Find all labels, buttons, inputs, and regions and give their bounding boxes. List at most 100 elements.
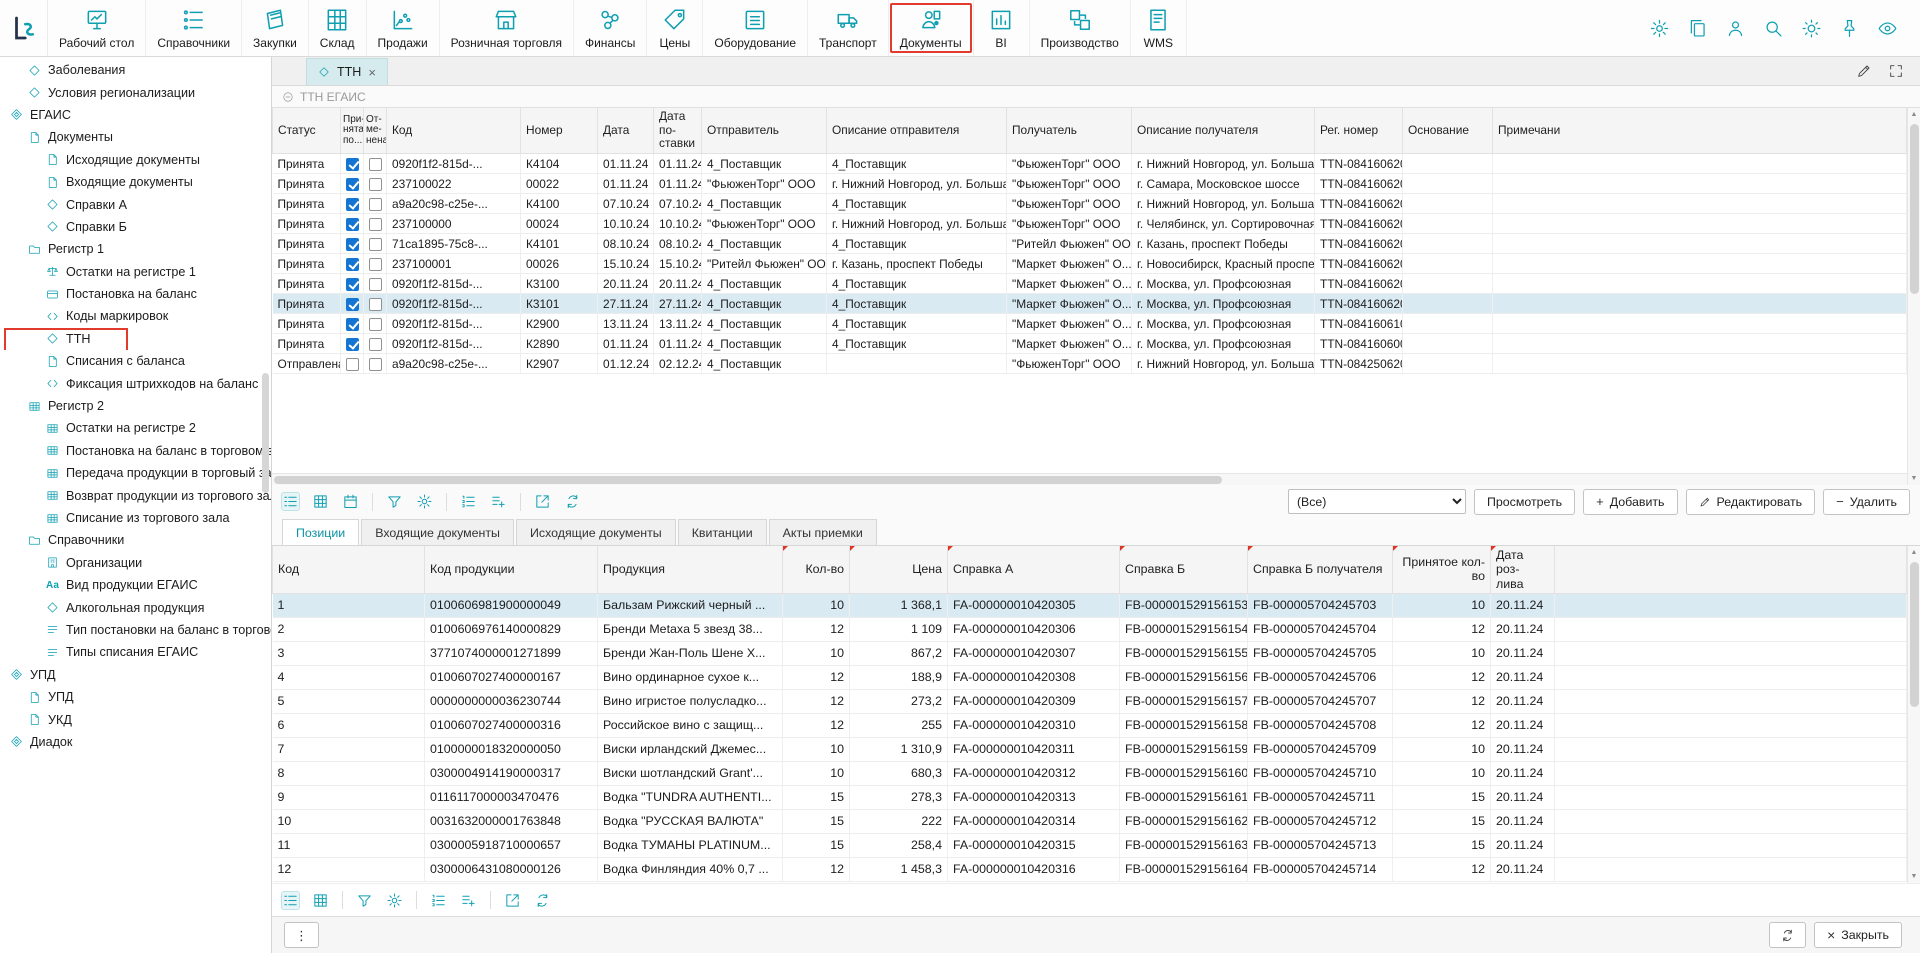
detail-tab-3[interactable]: Квитанции — [678, 519, 767, 545]
user-icon[interactable] — [1725, 18, 1746, 39]
numbered-list-icon[interactable] — [430, 892, 447, 909]
sidebar-item-12[interactable]: ТТН — [0, 328, 271, 350]
positions-column-header[interactable]: Цена — [850, 546, 948, 593]
close-button[interactable]: ×Закрыть — [1814, 922, 1902, 948]
positions-column-header[interactable]: Принятое кол-во — [1393, 546, 1491, 593]
refresh-button[interactable] — [1769, 922, 1806, 948]
collapse-icon[interactable] — [282, 91, 294, 103]
ttn-column-header[interactable]: При- нята по... — [341, 108, 364, 154]
sidebar-item-29[interactable]: УКД — [0, 708, 271, 730]
sidebar-item-1[interactable]: Условия регионализации — [0, 81, 271, 103]
sidebar-item-18[interactable]: Передача продукции в торговый зал — [0, 462, 271, 484]
topbar-item-reference[interactable]: Справочники — [146, 0, 242, 56]
sidebar-item-19[interactable]: Возврат продукции из торгового зала на — [0, 484, 271, 506]
scroll-down-icon[interactable]: ▼ — [1908, 472, 1920, 485]
topbar-item-finance[interactable]: Финансы — [574, 0, 647, 56]
more-button[interactable]: ⋮ — [284, 922, 319, 948]
scroll-up-icon[interactable]: ▲ — [1908, 108, 1920, 121]
topbar-item-desktop[interactable]: Рабочий стол — [48, 0, 146, 56]
settings-icon[interactable] — [1649, 18, 1670, 39]
ttn-row[interactable]: Принята2371000000002410.10.2410.10.24"Фь… — [273, 214, 1907, 234]
cancelled-checkbox[interactable] — [369, 198, 382, 211]
append-icon[interactable] — [490, 493, 507, 510]
sidebar-item-4[interactable]: Исходящие документы — [0, 149, 271, 171]
numbered-list-icon[interactable] — [460, 493, 477, 510]
ttn-row[interactable]: Принята0920f1f2-815d-...К310020.11.2420.… — [273, 274, 1907, 294]
ttn-column-header[interactable]: Описание получателя — [1132, 108, 1315, 154]
gear-icon[interactable] — [386, 892, 403, 909]
sidebar-item-9[interactable]: Остатки на регистре 1 — [0, 261, 271, 283]
ttn-column-header[interactable]: Номер — [521, 108, 598, 154]
positions-row[interactable]: 40100607027400000167Вино ординарное сухо… — [273, 665, 1907, 689]
topbar-item-documents[interactable]: Документы — [889, 0, 974, 56]
cancelled-checkbox[interactable] — [369, 238, 382, 251]
ttn-column-header[interactable]: Дата — [598, 108, 654, 154]
positions-row[interactable]: 60100607027400000316Российское вино с за… — [273, 713, 1907, 737]
sidebar-item-2[interactable]: ЕГАИС — [0, 104, 271, 126]
cancelled-checkbox[interactable] — [369, 358, 382, 371]
topbar-item-sales[interactable]: Продажи — [367, 0, 440, 56]
accepted-checkbox[interactable] — [346, 358, 359, 371]
sidebar-item-17[interactable]: Постановка на баланс в торговом зале — [0, 440, 271, 462]
positions-row[interactable]: 100031632000001763848Водка "РУССКАЯ ВАЛЮ… — [273, 809, 1907, 833]
ttn-column-header[interactable]: Примечани — [1493, 108, 1907, 154]
scrollbar-thumb[interactable] — [274, 476, 1222, 484]
sidebar-item-21[interactable]: Справочники — [0, 529, 271, 551]
sidebar-item-3[interactable]: Документы — [0, 126, 271, 148]
ttn-column-header[interactable]: Получатель — [1007, 108, 1132, 154]
cancelled-checkbox[interactable] — [369, 158, 382, 171]
tab-close-icon[interactable]: × — [368, 66, 376, 79]
ttn-vertical-scrollbar[interactable]: ▲ ▼ — [1907, 108, 1920, 485]
view-button[interactable]: Просмотреть — [1474, 489, 1575, 515]
ttn-column-header[interactable]: Статус — [273, 108, 341, 154]
accepted-checkbox[interactable] — [346, 318, 359, 331]
positions-row[interactable]: 110300005918710000657Водка ТУМАНЫ PLATIN… — [273, 833, 1907, 857]
scrollbar-thumb[interactable] — [262, 373, 269, 493]
open-window-icon[interactable] — [504, 892, 521, 909]
filter-icon[interactable] — [386, 493, 403, 510]
calendar-icon[interactable] — [342, 493, 359, 510]
positions-column-header[interactable]: Продукция — [598, 546, 783, 593]
sidebar-item-5[interactable]: Входящие документы — [0, 171, 271, 193]
clipboard-icon[interactable] — [1687, 18, 1708, 39]
topbar-item-wms[interactable]: WMS — [1131, 0, 1187, 56]
sidebar-item-15[interactable]: Регистр 2 — [0, 395, 271, 417]
ttn-row[interactable]: Принята0920f1f2-815d-...К289001.11.2401.… — [273, 334, 1907, 354]
sidebar-item-30[interactable]: Диадок — [0, 731, 271, 753]
sidebar-item-28[interactable]: УПД — [0, 686, 271, 708]
positions-row[interactable]: 10100606981900000049Бальзам Рижский черн… — [273, 593, 1907, 617]
positions-row[interactable]: 80300004914190000317Виски шотландский Gr… — [273, 761, 1907, 785]
sidebar-item-22[interactable]: Организации — [0, 552, 271, 574]
cancelled-checkbox[interactable] — [369, 178, 382, 191]
positions-row[interactable]: 50000000000036230744Вино игристое полусл… — [273, 689, 1907, 713]
sidebar-item-14[interactable]: Фиксация штрихкодов на баланс — [0, 372, 271, 394]
sidebar-scrollbar[interactable] — [262, 97, 269, 933]
sidebar-item-24[interactable]: Алкогольная продукция — [0, 596, 271, 618]
accepted-checkbox[interactable] — [346, 258, 359, 271]
edit-button[interactable]: Редактировать — [1686, 489, 1816, 515]
topbar-item-warehouse[interactable]: Склад — [309, 0, 367, 56]
topbar-item-production[interactable]: Производство — [1030, 0, 1131, 56]
sidebar-item-6[interactable]: Справки А — [0, 193, 271, 215]
ttn-row[interactable]: Принята2371000220002201.11.2401.11.24"Фь… — [273, 174, 1907, 194]
sidebar-item-10[interactable]: Постановка на баланс — [0, 283, 271, 305]
accepted-checkbox[interactable] — [346, 238, 359, 251]
positions-column-header[interactable]: Справка Б — [1120, 546, 1248, 593]
sidebar-item-20[interactable]: Списание из торгового зала — [0, 507, 271, 529]
open-window-icon[interactable] — [534, 493, 551, 510]
positions-column-header[interactable]: Дата роз- лива — [1491, 546, 1555, 593]
positions-row[interactable]: 120300006431080000126Водка Финляндия 40%… — [273, 857, 1907, 881]
sidebar-item-7[interactable]: Справки Б — [0, 216, 271, 238]
scroll-up-icon[interactable]: ▲ — [1908, 546, 1920, 559]
ttn-row[interactable]: Принята0920f1f2-815d-...К290013.11.2413.… — [273, 314, 1907, 334]
scroll-down-icon[interactable]: ▼ — [1908, 870, 1920, 883]
cancelled-checkbox[interactable] — [369, 318, 382, 331]
ttn-column-header[interactable]: Основание — [1403, 108, 1493, 154]
ttn-row[interactable]: Принятаa9a20c98-c25e-...К410007.10.2407.… — [273, 194, 1907, 214]
eye-icon[interactable] — [1877, 18, 1898, 39]
sidebar-item-23[interactable]: АаВид продукции ЕГАИС — [0, 574, 271, 596]
sidebar-item-13[interactable]: Списания с баланса — [0, 350, 271, 372]
grid-view-icon[interactable] — [312, 892, 329, 909]
topbar-item-bi[interactable]: BI — [974, 0, 1030, 56]
sidebar-item-27[interactable]: УПД — [0, 664, 271, 686]
